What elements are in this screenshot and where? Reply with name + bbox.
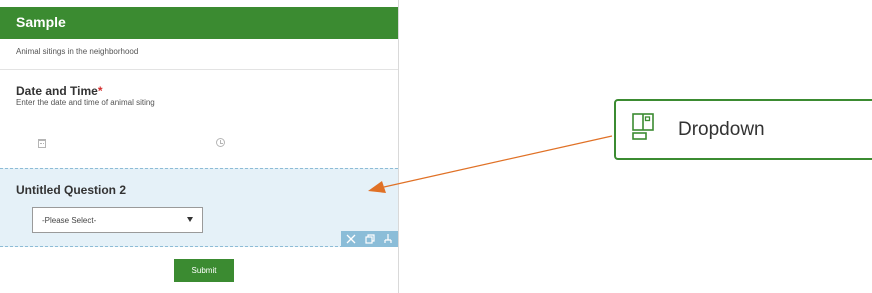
dropdown-label: Dropdown xyxy=(678,119,765,140)
dropdown-icon xyxy=(632,113,654,140)
dropdown-question-type-button[interactable]: Dropdown xyxy=(614,99,872,160)
